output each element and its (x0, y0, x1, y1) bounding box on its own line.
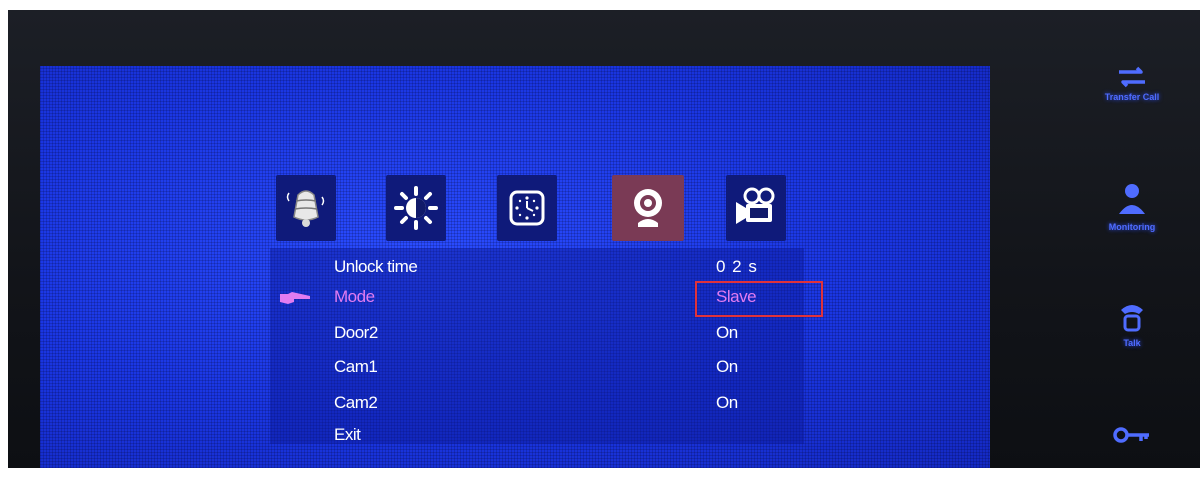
unlock-button[interactable] (1072, 424, 1192, 504)
menu-item-label: Mode (334, 287, 375, 306)
side-button-panel: Transfer Call Monitoring Talk (1072, 60, 1192, 468)
menu-item-unlock-time[interactable]: Unlock time 0 2 s (270, 252, 804, 282)
menu-item-cam1[interactable]: Cam1 On (270, 352, 804, 382)
tab-video[interactable] (726, 175, 786, 241)
video-camera-icon (736, 187, 775, 224)
monitor-person-icon (1119, 184, 1145, 214)
transfer-icon (1119, 66, 1145, 88)
side-button-label: Talk (1123, 338, 1141, 348)
tab-ringtone[interactable] (276, 175, 336, 241)
webcam-icon (634, 189, 662, 227)
brightness-icon (394, 186, 438, 230)
menu-item-door2[interactable]: Door2 On (270, 318, 804, 348)
tab-clock[interactable] (497, 175, 557, 241)
menu-item-cam2[interactable]: Cam2 On (270, 388, 804, 418)
hand-pointer-icon (280, 292, 310, 304)
menu-item-value: 0 2 s (716, 257, 758, 276)
mode-value-highlight (695, 281, 823, 317)
tab-brightness[interactable] (386, 175, 446, 241)
settings-tab-bar (270, 175, 800, 243)
menu-item-value: On (716, 393, 738, 412)
settings-menu: Unlock time 0 2 s Mode Slave Door2 On Ca… (270, 248, 804, 444)
talk-button[interactable]: Talk (1072, 300, 1192, 380)
side-button-label: Transfer Call (1104, 92, 1160, 102)
bell-icon (286, 190, 325, 227)
menu-item-exit[interactable]: Exit (270, 420, 804, 450)
side-button-label: Monitoring (1108, 222, 1156, 232)
transfer-call-button[interactable]: Transfer Call (1072, 66, 1192, 146)
menu-item-value: On (716, 323, 738, 342)
menu-item-label: Door2 (334, 323, 378, 342)
phone-icon (1121, 305, 1143, 332)
menu-item-label: Cam1 (334, 357, 378, 376)
menu-item-label: Exit (334, 425, 361, 444)
menu-item-value: On (716, 357, 738, 376)
tab-camera[interactable] (612, 175, 684, 241)
monitoring-button[interactable]: Monitoring (1072, 182, 1192, 262)
clock-icon (509, 190, 545, 226)
menu-item-label: Unlock time (334, 257, 418, 276)
key-icon (1113, 427, 1149, 443)
menu-item-label: Cam2 (334, 393, 378, 412)
